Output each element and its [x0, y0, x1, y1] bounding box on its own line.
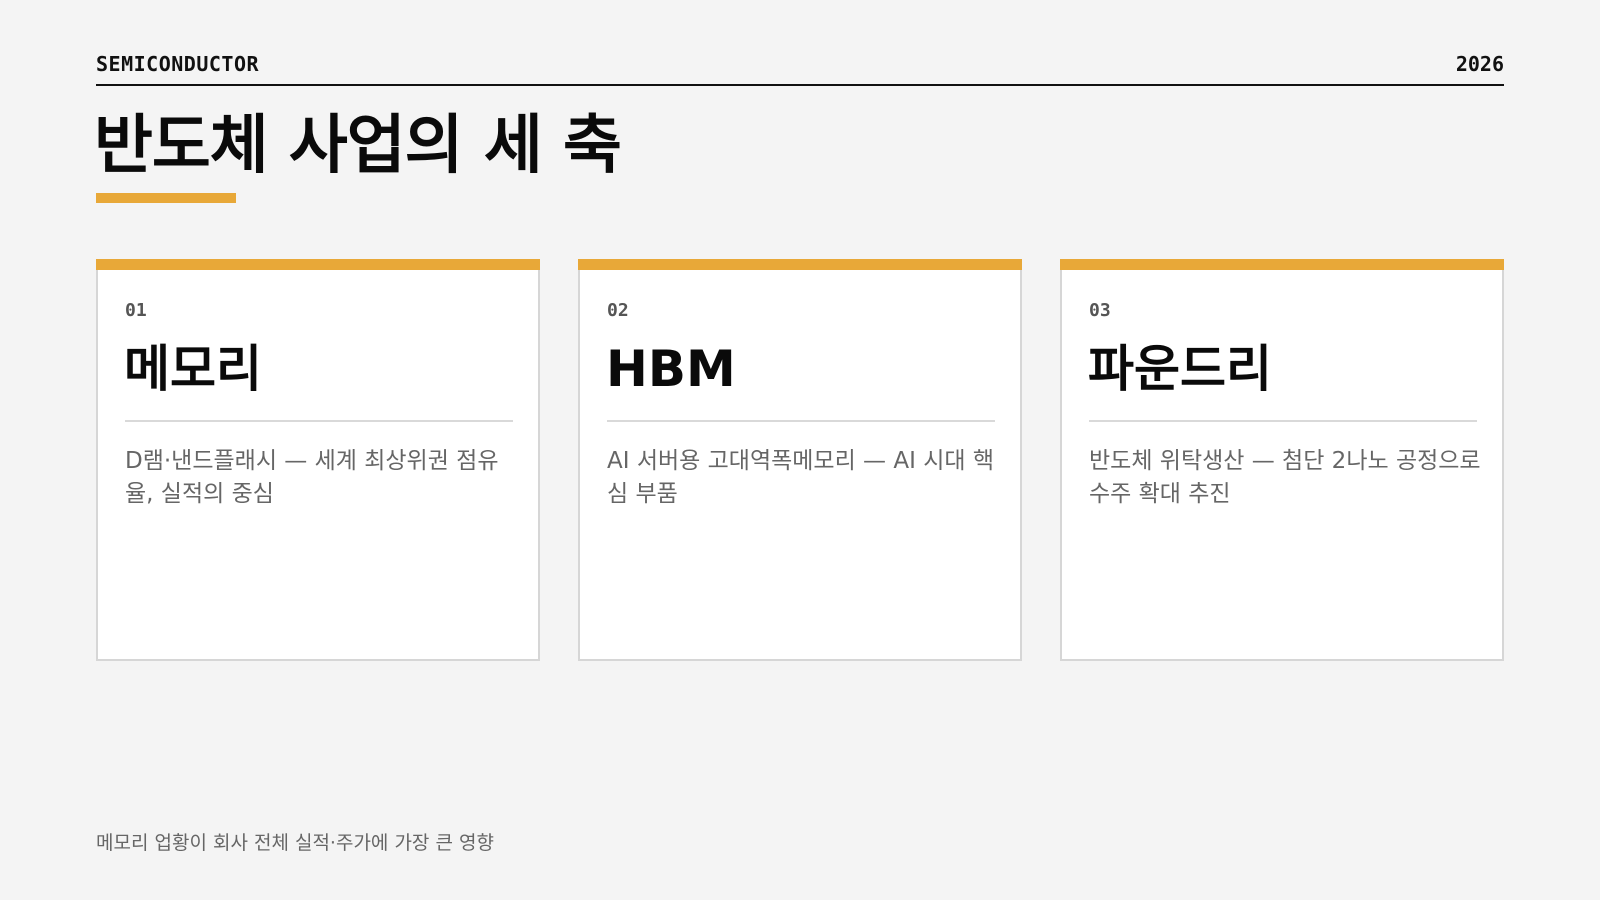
card-title: HBM: [606, 340, 736, 398]
year-label: 2026: [1455, 52, 1504, 76]
card-accent-bar: [1060, 259, 1504, 270]
card-description: 반도체 위탁생산 — 첨단 2나노 공정으로 수주 확대 추진: [1089, 448, 1481, 507]
footer-note: 메모리 업황이 회사 전체 실적·주가에 가장 큰 영향: [96, 832, 494, 854]
card-number: 01: [125, 300, 147, 321]
slide-title: 반도체 사업의 세 축: [94, 109, 622, 183]
card-foundry: 03 파운드리 반도체 위탁생산 — 첨단 2나노 공정으로 수주 확대 추진: [1060, 259, 1504, 661]
card-memory: 01 메모리 D램·낸드플래시 — 세계 최상위권 점유율, 실적의 중심: [96, 259, 540, 661]
card-number: 03: [1089, 300, 1111, 321]
card-divider: [125, 420, 513, 422]
card-description: D램·낸드플래시 — 세계 최상위권 점유율, 실적의 중심: [125, 448, 499, 507]
card-title: 메모리: [124, 340, 262, 398]
title-accent-bar: [96, 193, 236, 203]
card-description: AI 서버용 고대역폭메모리 — AI 시대 핵심 부품: [607, 448, 994, 507]
card-hbm: 02 HBM AI 서버용 고대역폭메모리 — AI 시대 핵심 부품: [578, 259, 1022, 661]
card-title: 파운드리: [1088, 340, 1272, 398]
card-divider: [607, 420, 995, 422]
slide-header: SEMICONDUCTOR 2026: [96, 50, 1504, 86]
card-divider: [1089, 420, 1477, 422]
card-accent-bar: [96, 259, 540, 270]
pillar-cards: 01 메모리 D램·낸드플래시 — 세계 최상위권 점유율, 실적의 중심 02…: [96, 259, 1504, 661]
card-number: 02: [607, 300, 629, 321]
section-kicker: SEMICONDUCTOR: [96, 52, 260, 76]
card-accent-bar: [578, 259, 1022, 270]
